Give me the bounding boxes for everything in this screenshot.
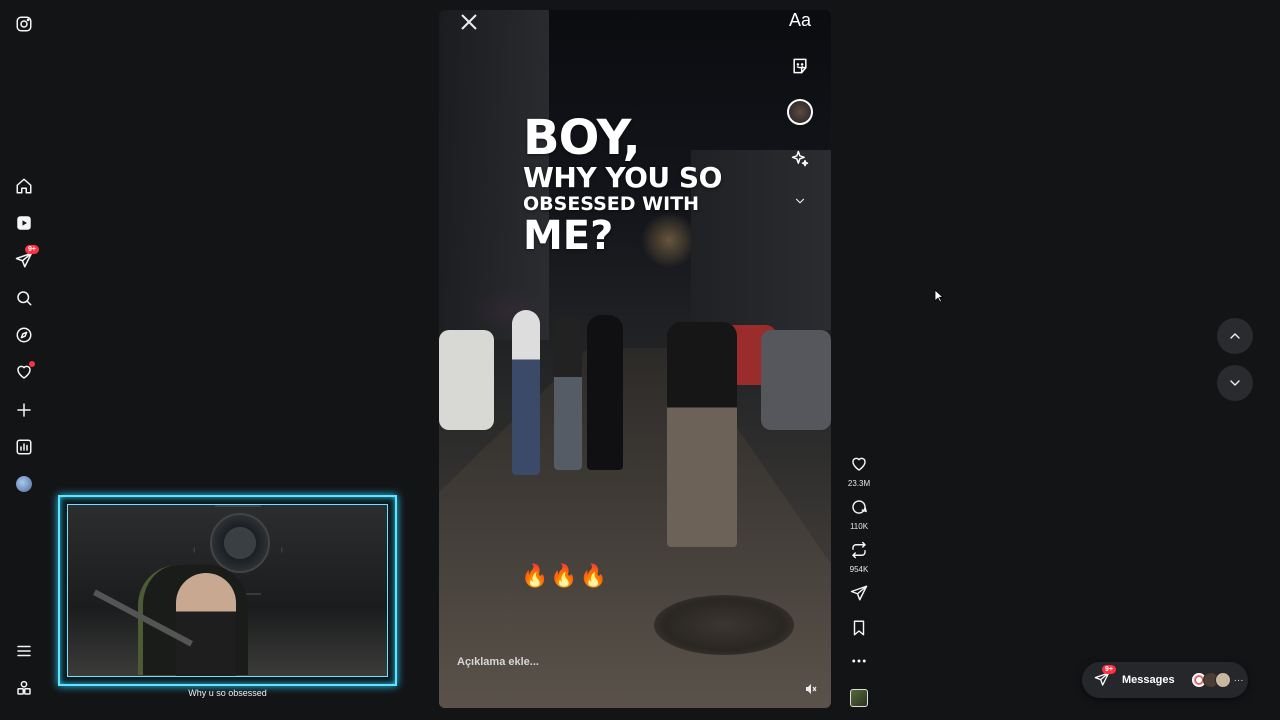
next-reel-button[interactable] [1217,365,1253,401]
wall-logo [210,513,270,573]
also-from-meta-icon[interactable] [14,678,34,698]
sticker-tool-button[interactable] [785,51,815,81]
headline-line-3: OBSESSED WITH [523,193,700,215]
sparkle-icon [791,150,809,167]
direct-messages-icon[interactable]: 9+ [14,245,39,270]
more-horizontal-icon [852,659,866,663]
messages-pill[interactable]: 9+ Messages ··· [1082,662,1248,698]
heart-icon [852,457,866,471]
comment-button[interactable]: 110K [844,498,874,531]
headline-line-1: BOY, [523,110,641,166]
messages-label: Messages [1122,674,1175,686]
reels-icon[interactable] [14,213,34,233]
headline-line-4: ME? [523,213,614,259]
messages-unread-badge: 9+ [1102,665,1116,674]
share-paper-plane-icon [850,585,868,601]
music-thumbnail-button[interactable] [785,97,815,127]
previous-reel-button[interactable] [1217,318,1253,354]
caption-placeholder[interactable]: Açıklama ekle... [457,656,539,668]
left-nav-rail: 9+ [0,0,48,720]
mute-icon[interactable] [805,682,819,696]
chevron-down-icon [1230,380,1240,386]
fire-emoji-sticker: 🔥🔥🔥 [521,563,610,588]
audio-thumbnail [850,689,868,707]
messages-icon: 9+ [1094,665,1116,689]
reel-headline-text: BOY, WHY YOU SO OBSESSED WITH ME? [523,114,722,256]
comment-count: 110K [849,522,869,531]
repost-icon [852,541,866,559]
home-icon[interactable] [14,176,34,196]
more-tools-chevron-button[interactable] [785,186,815,216]
explore-compass-icon[interactable] [14,325,34,345]
instagram-logo-icon[interactable] [14,14,34,34]
conversation-avatar [1214,672,1231,688]
chevron-up-icon [1230,333,1240,339]
effects-sparkle-button[interactable] [785,144,815,174]
like-count: 23.3M [847,479,871,488]
audio-track-button[interactable] [844,689,874,707]
create-plus-icon[interactable] [14,400,34,420]
mouse-cursor-icon [934,289,945,303]
chevron-down-icon [795,198,805,204]
comment-icon [852,500,867,514]
search-icon[interactable] [14,288,34,308]
like-button[interactable]: 23.3M [844,455,874,488]
messages-badge: 9+ [25,245,39,254]
notification-dot [29,361,35,367]
share-button[interactable] [844,584,874,607]
reel-player[interactable]: BOY, WHY YOU SO OBSESSED WITH ME? 🔥🔥🔥 Aç… [439,10,831,708]
save-button[interactable] [844,619,874,642]
text-tool-label: Aa [788,10,812,30]
repost-count: 954K [849,565,869,574]
close-icon[interactable] [459,12,479,32]
music-thumbnail [787,99,813,125]
bookmark-icon [853,620,865,636]
more-options-button[interactable] [844,652,874,675]
sticker-icon [793,58,807,74]
webcam-caption: Why u so obsessed [188,688,267,698]
dashboard-icon[interactable] [14,437,34,457]
more-menu-icon[interactable] [14,641,34,661]
webcam-overlay [58,495,397,686]
more-conversations-icon: ··· [1233,674,1244,686]
repost-button[interactable]: 954K [844,541,874,574]
notifications-heart-icon[interactable] [14,361,35,382]
profile-avatar-icon[interactable] [14,474,34,494]
headline-line-2: WHY YOU SO [523,161,722,194]
webcam-video [67,504,388,677]
